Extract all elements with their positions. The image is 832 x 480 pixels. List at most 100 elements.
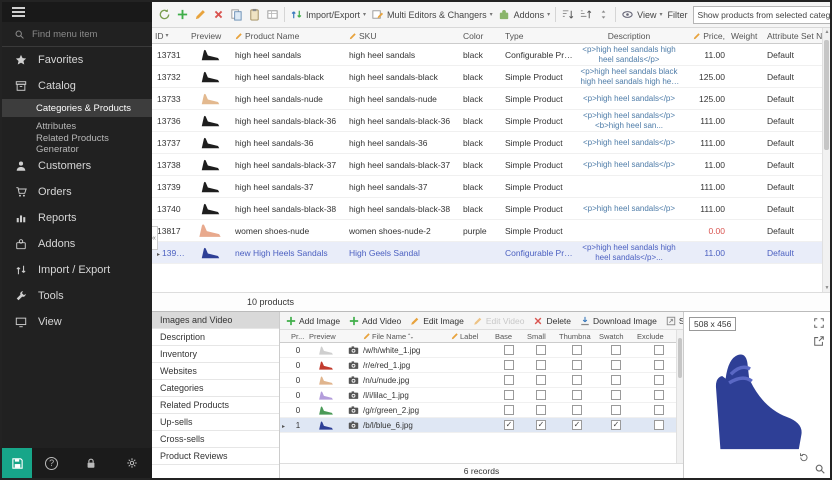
sidebar-item-related-products-generator[interactable]: Related Products Generator: [2, 135, 152, 153]
column-header-pr[interactable]: Pr...: [289, 332, 307, 341]
column-header-preview[interactable]: Preview: [188, 31, 232, 41]
product-row[interactable]: 13737high heel sandals-36high heel sanda…: [152, 132, 822, 154]
tab-related-products[interactable]: Related Products: [152, 397, 279, 414]
paste-icon[interactable]: [248, 8, 261, 21]
image-row[interactable]: 0/g/r/green_2.jpg: [280, 403, 683, 418]
column-header-preview[interactable]: Preview: [307, 332, 345, 341]
image-row[interactable]: 0/r/e/red_1.jpg: [280, 358, 683, 373]
scrollbar-thumb[interactable]: [678, 338, 682, 378]
column-header-type[interactable]: Type: [502, 31, 576, 41]
fullscreen-icon[interactable]: [812, 316, 826, 330]
column-header-label[interactable]: Label: [449, 332, 493, 341]
sidebar-item-reports[interactable]: Reports: [2, 205, 152, 231]
checkbox-swatch[interactable]: ✓: [611, 420, 621, 430]
product-row[interactable]: 13738high heel sandals-black-37high heel…: [152, 154, 822, 176]
zoom-icon[interactable]: [813, 462, 827, 476]
product-row[interactable]: ▸13931new High Heels SandalsHigh Geels S…: [152, 242, 822, 264]
scroll-down-icon[interactable]: ▼: [823, 285, 831, 291]
checkbox-thumbnail[interactable]: [572, 405, 582, 415]
checkbox-small[interactable]: [536, 390, 546, 400]
checkbox-small[interactable]: [536, 360, 546, 370]
images-scrollbar[interactable]: [676, 330, 683, 463]
checkbox-small[interactable]: [536, 405, 546, 415]
add-video-button[interactable]: Add Video: [349, 316, 401, 326]
image-row[interactable]: 0/n/u/nude.jpg: [280, 373, 683, 388]
checkbox-base[interactable]: [504, 390, 514, 400]
checkbox-base[interactable]: ✓: [504, 420, 514, 430]
category-filter-select[interactable]: Show products from selected categories ▾: [693, 6, 830, 24]
grid-edit-icon[interactable]: [266, 8, 279, 21]
sort-desc-icon[interactable]: [579, 8, 592, 21]
checkbox-base[interactable]: [504, 375, 514, 385]
column-header-swatch[interactable]: Swatch: [597, 332, 635, 341]
add-image-button[interactable]: Add Image: [286, 316, 340, 326]
checkbox-swatch[interactable]: [611, 405, 621, 415]
delete-button[interactable]: Delete: [533, 316, 571, 326]
sidebar-item-import-export[interactable]: Import / Export: [2, 257, 152, 283]
scrollbar-thumb[interactable]: [824, 40, 829, 150]
copy-icon[interactable]: [230, 8, 243, 21]
tab-cross-sells[interactable]: Cross-sells: [152, 431, 279, 448]
checkbox-exclude[interactable]: [654, 405, 664, 415]
checkbox-base[interactable]: [504, 405, 514, 415]
sidebar-item-orders[interactable]: Orders: [2, 179, 152, 205]
sidebar-item-categories-products[interactable]: Categories & Products: [2, 99, 152, 117]
view-dropdown[interactable]: View ▾: [621, 8, 662, 21]
delete-icon[interactable]: [212, 8, 225, 21]
save-button[interactable]: [2, 448, 32, 478]
edit-icon[interactable]: [194, 8, 207, 21]
column-header-description[interactable]: Description: [576, 31, 682, 41]
tab-inventory[interactable]: Inventory: [152, 346, 279, 363]
move-updown-icon[interactable]: [597, 8, 610, 21]
help-icon[interactable]: ?: [45, 457, 58, 470]
scroll-up-icon[interactable]: ▲: [823, 29, 831, 35]
checkbox-small[interactable]: [536, 375, 546, 385]
refresh-icon[interactable]: [158, 8, 171, 21]
image-row[interactable]: 0/w/h/white_1.jpg: [280, 343, 683, 358]
column-header-thumbna[interactable]: Thumbna: [557, 332, 597, 341]
column-header-file-name[interactable]: File Name: [361, 332, 449, 341]
download-image-button[interactable]: Download Image: [580, 316, 657, 326]
multi-editors-dropdown[interactable]: Multi Editors & Changers ▾: [371, 8, 493, 21]
tab-product-reviews[interactable]: Product Reviews: [152, 448, 279, 465]
column-header-weight[interactable]: Weight: [728, 31, 764, 41]
hamburger-menu-icon[interactable]: [2, 2, 152, 22]
product-row[interactable]: 13733high heel sandals-nudehigh heel san…: [152, 88, 822, 110]
sidebar-item-catalog[interactable]: Catalog: [2, 73, 152, 99]
image-row[interactable]: ▸1/b/l/blue_6.jpg✓✓✓✓: [280, 418, 683, 433]
tab-websites[interactable]: Websites: [152, 363, 279, 380]
checkbox-small[interactable]: ✓: [536, 420, 546, 430]
rotate-icon[interactable]: [796, 450, 810, 464]
gear-icon[interactable]: [125, 456, 139, 470]
products-scrollbar[interactable]: ▲ ▼: [822, 28, 830, 292]
column-header-product-name[interactable]: Product Name: [232, 31, 346, 41]
external-link-icon[interactable]: [812, 334, 826, 348]
checkbox-exclude[interactable]: [654, 360, 664, 370]
lock-icon[interactable]: [84, 456, 98, 470]
tab-categories[interactable]: Categories: [152, 380, 279, 397]
column-header-base[interactable]: Base: [493, 332, 525, 341]
tab-images-and-video[interactable]: Images and Video: [152, 312, 279, 329]
addons-dropdown[interactable]: Addons ▾: [498, 8, 551, 21]
sidebar-item-tools[interactable]: Tools: [2, 283, 152, 309]
checkbox-base[interactable]: [504, 360, 514, 370]
column-header-id[interactable]: ID▾: [152, 31, 188, 41]
checkbox-thumbnail[interactable]: [572, 360, 582, 370]
checkbox-small[interactable]: [536, 345, 546, 355]
import-export-dropdown[interactable]: Import/Export ▾: [290, 8, 366, 21]
product-row[interactable]: 13740high heel sandals-black-38high heel…: [152, 198, 822, 220]
checkbox-swatch[interactable]: [611, 390, 621, 400]
image-row[interactable]: 0/l/i/lilac_1.jpg: [280, 388, 683, 403]
checkbox-swatch[interactable]: [611, 345, 621, 355]
checkbox-thumbnail[interactable]: [572, 390, 582, 400]
set-resize-rule-button[interactable]: Set Resize Rule▾: [666, 316, 683, 326]
checkbox-exclude[interactable]: [654, 390, 664, 400]
checkbox-base[interactable]: [504, 345, 514, 355]
sidebar-item-view[interactable]: View: [2, 309, 152, 335]
sidebar-item-customers[interactable]: Customers: [2, 153, 152, 179]
column-header-price[interactable]: Price,: [682, 31, 728, 41]
sidebar-item-favorites[interactable]: Favorites: [2, 47, 152, 73]
checkbox-swatch[interactable]: [611, 360, 621, 370]
checkbox-exclude[interactable]: [654, 375, 664, 385]
column-header-attribute-set-name[interactable]: Attribute Set Name: [764, 31, 822, 41]
